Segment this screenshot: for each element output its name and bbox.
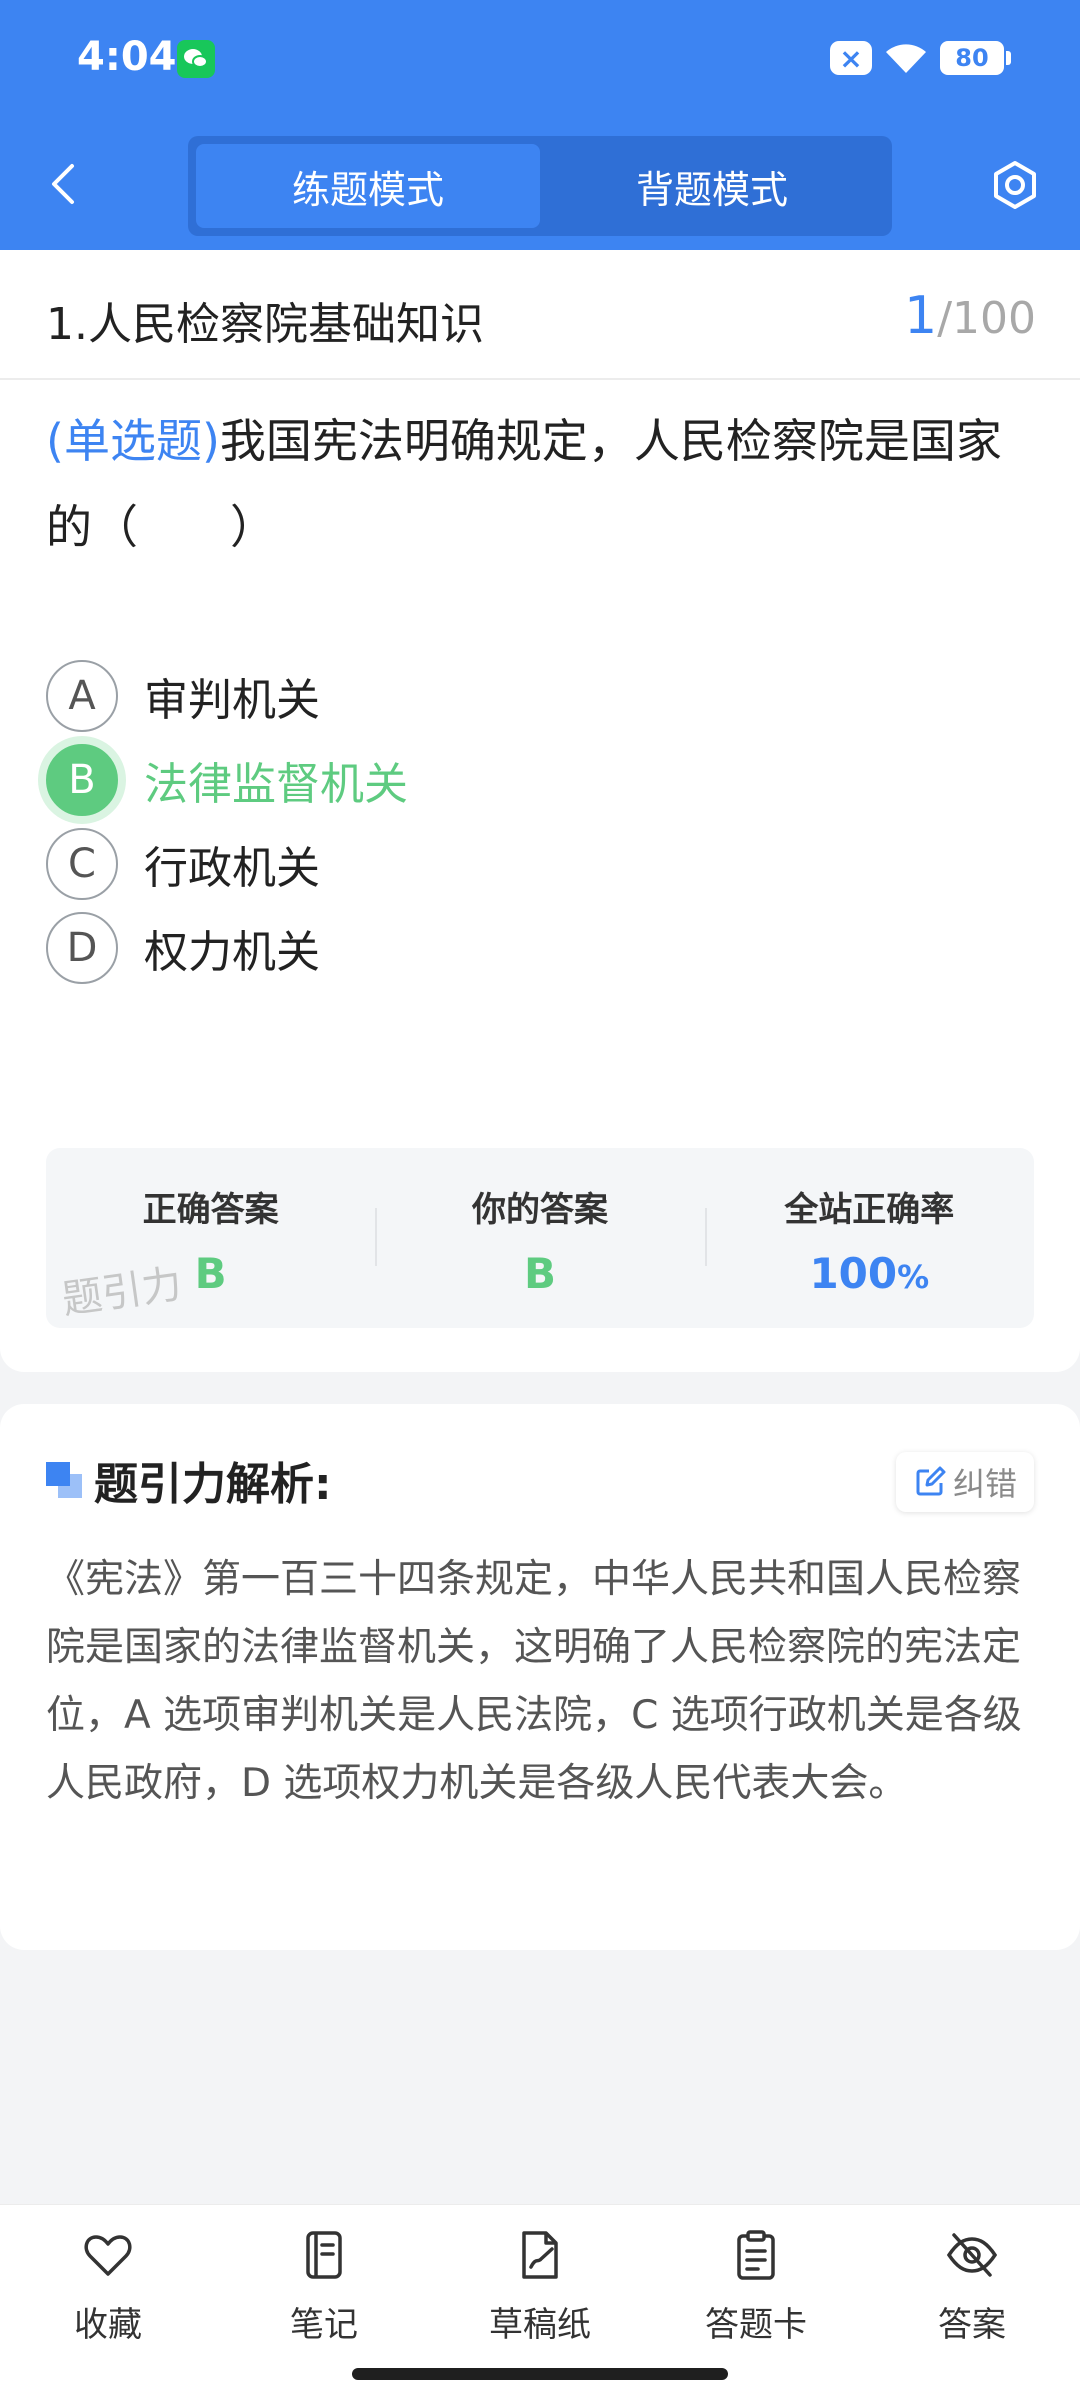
report-error-button[interactable]: 纠错 <box>896 1452 1034 1512</box>
question-card: 1.人民检察院基础知识 1/100 (单选题)我国宪法明确规定，人民检察院是国家… <box>0 250 1080 1372</box>
chapter-title: 1.人民检察院基础知识 <box>46 299 484 350</box>
your-answer-value: B <box>523 1249 556 1298</box>
notification-badge-icon: × <box>830 41 872 75</box>
eye-off-icon <box>946 2233 998 2277</box>
option-label: 权力机关 <box>144 927 320 978</box>
answer-summary: 正确答案 B 你的答案 B 全站正确率 100% <box>46 1148 1034 1328</box>
accuracy-rate-value: 100% <box>705 1249 1034 1298</box>
home-indicator[interactable] <box>352 2368 728 2380</box>
analysis-card: 题引力解析: 纠错 《宪法》第一百三十四条规定，中华人民共和国人民检察院是国家的… <box>0 1404 1080 1950</box>
favorite-button[interactable]: 收藏 <box>0 2205 216 2400</box>
tab-memorize-mode[interactable]: 背题模式 <box>540 144 884 228</box>
favorite-label: 收藏 <box>74 2305 142 2345</box>
scratch-paper-label: 草稿纸 <box>489 2305 591 2345</box>
heart-icon <box>84 2235 132 2276</box>
your-answer-column: 你的答案 B <box>375 1148 704 1328</box>
question-header: 1.人民检察院基础知识 1/100 <box>0 250 1080 380</box>
option-d[interactable]: D 权力机关 <box>46 912 320 984</box>
notes-label: 笔记 <box>290 2305 358 2345</box>
tab-practice-mode[interactable]: 练题模式 <box>196 144 540 228</box>
option-label: 法律监督机关 <box>144 759 408 810</box>
draft-paper-icon <box>522 2231 558 2279</box>
option-key: D <box>46 912 118 984</box>
back-icon[interactable] <box>44 160 84 208</box>
status-time: 4:04 <box>77 34 177 80</box>
total-questions: /100 <box>937 293 1036 344</box>
your-answer-label: 你的答案 <box>471 1190 608 1230</box>
option-a[interactable]: A 审判机关 <box>46 660 320 732</box>
option-label: 行政机关 <box>144 843 320 894</box>
accuracy-rate-number: 100 <box>809 1249 898 1298</box>
answer-card-label: 答题卡 <box>705 2305 807 2345</box>
option-key: C <box>46 828 118 900</box>
settings-icon[interactable] <box>988 158 1042 212</box>
correct-answer-label: 正确答案 <box>142 1190 279 1230</box>
mode-switch: 练题模式 背题模式 <box>188 136 892 236</box>
show-answer-button[interactable]: 答案 <box>864 2205 1080 2400</box>
top-header: 4:04 × 80 练题模式 背题模式 <box>0 0 1080 250</box>
status-icons: × 80 <box>830 39 1011 77</box>
option-label: 审判机关 <box>144 675 320 726</box>
analysis-title: 题引力解析: <box>94 1459 332 1510</box>
option-key: B <box>46 744 118 816</box>
wechat-notification-icon <box>177 40 215 78</box>
edit-icon <box>916 1466 946 1496</box>
accuracy-rate-label: 全站正确率 <box>784 1190 955 1230</box>
report-error-label: 纠错 <box>952 1465 1017 1503</box>
clipboard-icon <box>737 2230 775 2280</box>
analysis-icon <box>46 1462 82 1498</box>
current-question-number: 1 <box>904 286 938 346</box>
option-c[interactable]: C 行政机关 <box>46 828 320 900</box>
accuracy-rate-unit: % <box>897 1258 930 1296</box>
notebook-icon <box>306 2231 342 2279</box>
wifi-icon <box>882 40 930 76</box>
question-text: (单选题)我国宪法明确规定，人民检察院是国家的（ ） <box>46 398 1036 570</box>
accuracy-rate-column: 全站正确率 100% <box>704 1148 1034 1328</box>
show-answer-label: 答案 <box>938 2305 1006 2345</box>
option-key: A <box>46 660 118 732</box>
analysis-text: 《宪法》第一百三十四条规定，中华人民共和国人民检察院是国家的法律监督机关，这明确… <box>46 1557 1022 1806</box>
battery-indicator: 80 <box>940 41 1011 75</box>
option-b[interactable]: B 法律监督机关 <box>46 744 408 816</box>
question-counter[interactable]: 1/100 <box>904 286 1036 346</box>
question-type: (单选题) <box>46 414 220 468</box>
